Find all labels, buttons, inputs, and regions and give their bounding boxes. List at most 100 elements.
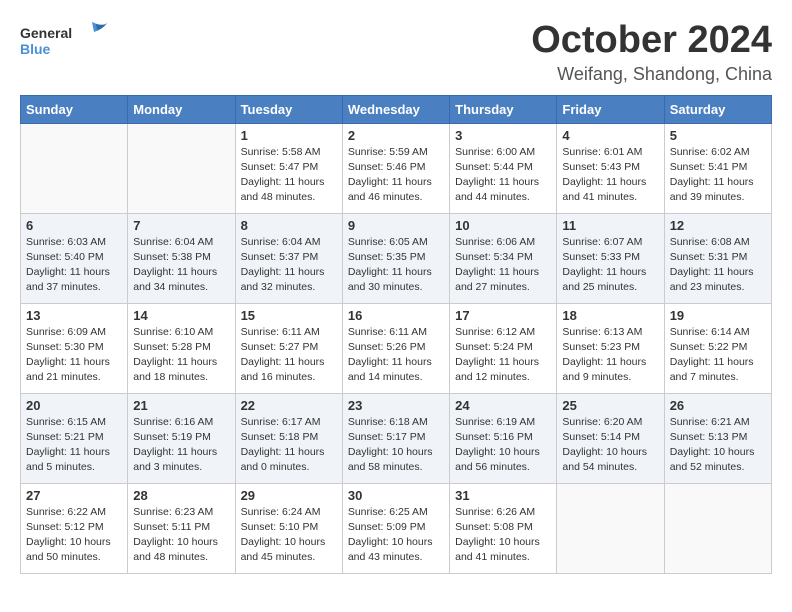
- day-number: 2: [348, 128, 444, 143]
- day-number: 22: [241, 398, 337, 413]
- calendar-cell: 22 Sunrise: 6:17 AMSunset: 5:18 PMDayligh…: [235, 393, 342, 483]
- calendar-week-row: 1 Sunrise: 5:58 AMSunset: 5:47 PMDaylight…: [21, 123, 772, 213]
- weekday-header-thursday: Thursday: [450, 95, 557, 123]
- day-info: Sunrise: 6:06 AMSunset: 5:34 PMDaylight:…: [455, 235, 551, 296]
- generalblue-logo: General Blue: [20, 20, 110, 65]
- calendar-table: SundayMondayTuesdayWednesdayThursdayFrid…: [20, 95, 772, 574]
- calendar-cell: 30 Sunrise: 6:25 AMSunset: 5:09 PMDayligh…: [342, 483, 449, 573]
- day-info: Sunrise: 6:22 AMSunset: 5:12 PMDaylight:…: [26, 505, 122, 566]
- day-number: 24: [455, 398, 551, 413]
- month-title: October 2024: [531, 20, 772, 62]
- day-number: 15: [241, 308, 337, 323]
- day-info: Sunrise: 6:19 AMSunset: 5:16 PMDaylight:…: [455, 415, 551, 476]
- weekday-header-sunday: Sunday: [21, 95, 128, 123]
- calendar-week-row: 20Sunrise: 6:15 AMSunset: 5:21 PMDayligh…: [21, 393, 772, 483]
- day-info: Sunrise: 6:12 AMSunset: 5:24 PMDaylight:…: [455, 325, 551, 386]
- day-number: 11: [562, 218, 658, 233]
- day-number: 26: [670, 398, 766, 413]
- svg-text:Blue: Blue: [20, 41, 51, 57]
- calendar-cell: 19Sunrise: 6:14 AMSunset: 5:22 PMDayligh…: [664, 303, 771, 393]
- calendar-cell: 11 Sunrise: 6:07 AMSunset: 5:33 PMDayligh…: [557, 213, 664, 303]
- day-info: Sunrise: 6:07 AMSunset: 5:33 PMDaylight:…: [562, 235, 658, 296]
- calendar-cell: 14 Sunrise: 6:10 AMSunset: 5:28 PMDayligh…: [128, 303, 235, 393]
- location-title: Weifang, Shandong, China: [531, 64, 772, 85]
- day-number: 16: [348, 308, 444, 323]
- day-number: 25: [562, 398, 658, 413]
- svg-text:General: General: [20, 25, 72, 41]
- calendar-cell: 15Sunrise: 6:11 AMSunset: 5:27 PMDayligh…: [235, 303, 342, 393]
- day-number: 9: [348, 218, 444, 233]
- day-number: 14: [133, 308, 229, 323]
- day-number: 27: [26, 488, 122, 503]
- day-number: 5: [670, 128, 766, 143]
- day-info: Sunrise: 6:13 AMSunset: 5:23 PMDaylight:…: [562, 325, 658, 386]
- day-info: Sunrise: 6:14 AMSunset: 5:22 PMDaylight:…: [670, 325, 766, 386]
- day-number: 21: [133, 398, 229, 413]
- calendar-cell: 7 Sunrise: 6:04 AMSunset: 5:38 PMDaylight…: [128, 213, 235, 303]
- calendar-cell: 26Sunrise: 6:21 AMSunset: 5:13 PMDayligh…: [664, 393, 771, 483]
- calendar-cell: 24 Sunrise: 6:19 AMSunset: 5:16 PMDayligh…: [450, 393, 557, 483]
- day-info: Sunrise: 6:24 AMSunset: 5:10 PMDaylight:…: [241, 505, 337, 566]
- calendar-cell: 25Sunrise: 6:20 AMSunset: 5:14 PMDayligh…: [557, 393, 664, 483]
- day-info: Sunrise: 6:04 AMSunset: 5:38 PMDaylight:…: [133, 235, 229, 296]
- day-info: Sunrise: 6:18 AMSunset: 5:17 PMDaylight:…: [348, 415, 444, 476]
- day-info: Sunrise: 6:03 AMSunset: 5:40 PMDaylight:…: [26, 235, 122, 296]
- day-info: Sunrise: 6:04 AMSunset: 5:37 PMDaylight:…: [241, 235, 337, 296]
- calendar-cell: 6 Sunrise: 6:03 AMSunset: 5:40 PMDaylight…: [21, 213, 128, 303]
- calendar-cell: 10 Sunrise: 6:06 AMSunset: 5:34 PMDayligh…: [450, 213, 557, 303]
- logo: General Blue: [20, 20, 110, 65]
- day-info: Sunrise: 6:11 AMSunset: 5:26 PMDaylight:…: [348, 325, 444, 386]
- calendar-cell: 29 Sunrise: 6:24 AMSunset: 5:10 PMDayligh…: [235, 483, 342, 573]
- calendar-cell: 9 Sunrise: 6:05 AMSunset: 5:35 PMDaylight…: [342, 213, 449, 303]
- calendar-cell: 1 Sunrise: 5:58 AMSunset: 5:47 PMDaylight…: [235, 123, 342, 213]
- calendar-cell: 16 Sunrise: 6:11 AMSunset: 5:26 PMDayligh…: [342, 303, 449, 393]
- day-info: Sunrise: 6:09 AMSunset: 5:30 PMDaylight:…: [26, 325, 122, 386]
- day-info: Sunrise: 6:10 AMSunset: 5:28 PMDaylight:…: [133, 325, 229, 386]
- day-info: Sunrise: 6:17 AMSunset: 5:18 PMDaylight:…: [241, 415, 337, 476]
- day-info: Sunrise: 6:05 AMSunset: 5:35 PMDaylight:…: [348, 235, 444, 296]
- calendar-week-row: 13 Sunrise: 6:09 AMSunset: 5:30 PMDayligh…: [21, 303, 772, 393]
- day-number: 18: [562, 308, 658, 323]
- day-number: 20: [26, 398, 122, 413]
- day-number: 30: [348, 488, 444, 503]
- title-block: October 2024 Weifang, Shandong, China: [531, 20, 772, 85]
- day-number: 28: [133, 488, 229, 503]
- weekday-header-row: SundayMondayTuesdayWednesdayThursdayFrid…: [21, 95, 772, 123]
- day-number: 17: [455, 308, 551, 323]
- calendar-cell: 2 Sunrise: 5:59 AMSunset: 5:46 PMDaylight…: [342, 123, 449, 213]
- calendar-cell: [21, 123, 128, 213]
- day-number: 29: [241, 488, 337, 503]
- weekday-header-wednesday: Wednesday: [342, 95, 449, 123]
- day-number: 31: [455, 488, 551, 503]
- day-info: Sunrise: 6:23 AMSunset: 5:11 PMDaylight:…: [133, 505, 229, 566]
- calendar-week-row: 27 Sunrise: 6:22 AMSunset: 5:12 PMDayligh…: [21, 483, 772, 573]
- day-number: 10: [455, 218, 551, 233]
- weekday-header-tuesday: Tuesday: [235, 95, 342, 123]
- day-info: Sunrise: 6:25 AMSunset: 5:09 PMDaylight:…: [348, 505, 444, 566]
- calendar-cell: 3Sunrise: 6:00 AMSunset: 5:44 PMDaylight…: [450, 123, 557, 213]
- day-info: Sunrise: 6:00 AMSunset: 5:44 PMDaylight:…: [455, 145, 551, 206]
- calendar-cell: 17 Sunrise: 6:12 AMSunset: 5:24 PMDayligh…: [450, 303, 557, 393]
- calendar-cell: 28 Sunrise: 6:23 AMSunset: 5:11 PMDayligh…: [128, 483, 235, 573]
- calendar-cell: 21Sunrise: 6:16 AMSunset: 5:19 PMDayligh…: [128, 393, 235, 483]
- calendar-cell: [128, 123, 235, 213]
- calendar-week-row: 6 Sunrise: 6:03 AMSunset: 5:40 PMDaylight…: [21, 213, 772, 303]
- day-number: 23: [348, 398, 444, 413]
- calendar-cell: 23 Sunrise: 6:18 AMSunset: 5:17 PMDayligh…: [342, 393, 449, 483]
- calendar-cell: 27 Sunrise: 6:22 AMSunset: 5:12 PMDayligh…: [21, 483, 128, 573]
- weekday-header-friday: Friday: [557, 95, 664, 123]
- day-number: 1: [241, 128, 337, 143]
- calendar-cell: 18 Sunrise: 6:13 AMSunset: 5:23 PMDayligh…: [557, 303, 664, 393]
- day-number: 7: [133, 218, 229, 233]
- calendar-cell: [557, 483, 664, 573]
- calendar-cell: 8 Sunrise: 6:04 AMSunset: 5:37 PMDaylight…: [235, 213, 342, 303]
- day-number: 6: [26, 218, 122, 233]
- day-info: Sunrise: 5:59 AMSunset: 5:46 PMDaylight:…: [348, 145, 444, 206]
- day-number: 13: [26, 308, 122, 323]
- calendar-cell: 12 Sunrise: 6:08 AMSunset: 5:31 PMDayligh…: [664, 213, 771, 303]
- day-number: 12: [670, 218, 766, 233]
- day-info: Sunrise: 5:58 AMSunset: 5:47 PMDaylight:…: [241, 145, 337, 206]
- day-info: Sunrise: 6:08 AMSunset: 5:31 PMDaylight:…: [670, 235, 766, 296]
- calendar-cell: 31Sunrise: 6:26 AMSunset: 5:08 PMDayligh…: [450, 483, 557, 573]
- day-number: 8: [241, 218, 337, 233]
